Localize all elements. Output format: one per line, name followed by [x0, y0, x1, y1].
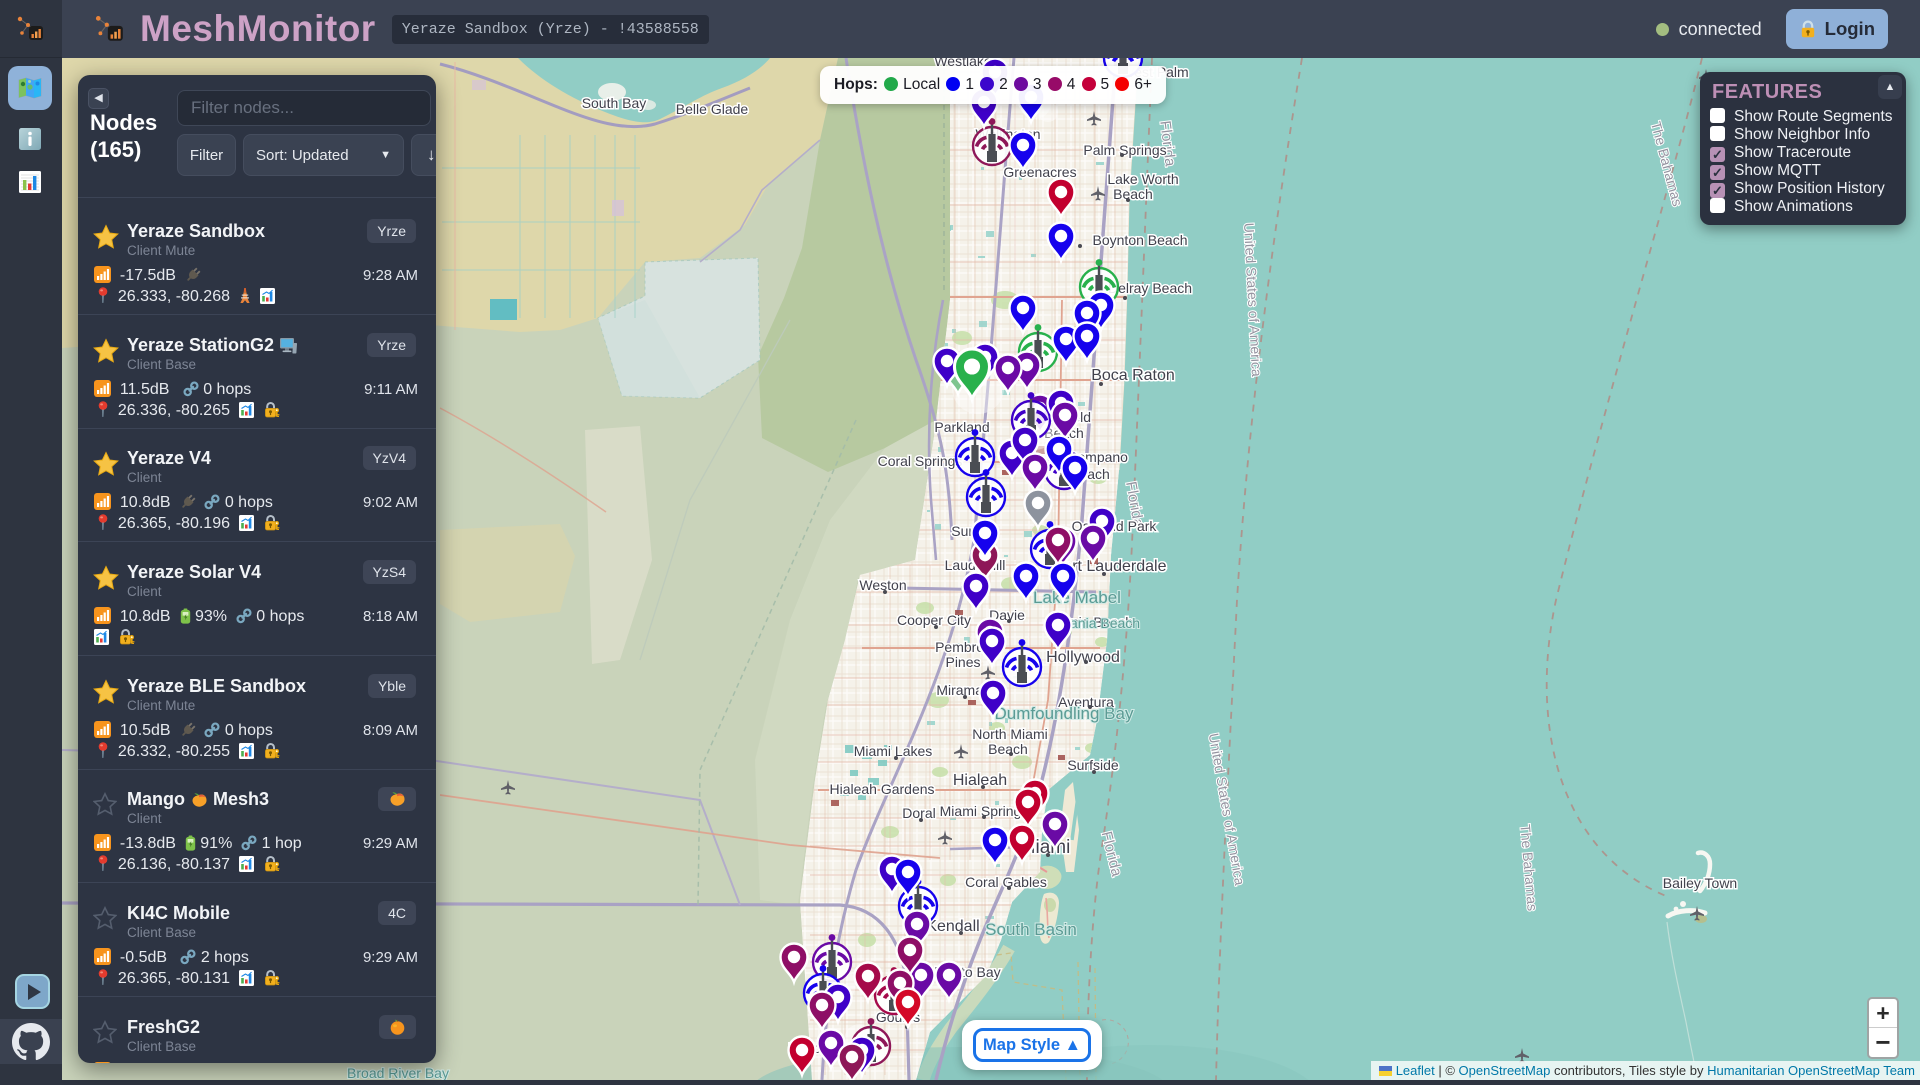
svg-text:Hollywood: Hollywood	[1046, 649, 1120, 666]
svg-text:Boynton Beach: Boynton Beach	[1093, 232, 1188, 248]
svg-text:Kendall: Kendall	[926, 918, 979, 935]
svg-text:Beach: Beach	[988, 741, 1028, 757]
svg-text:Palm Springs: Palm Springs	[1083, 142, 1166, 158]
svg-text:Dumfoundling Bay: Dumfoundling Bay	[995, 704, 1134, 723]
svg-text:Doral: Doral	[902, 805, 935, 821]
svg-text:Delray Beach: Delray Beach	[1108, 280, 1192, 296]
svg-text:Coral Gables: Coral Gables	[965, 874, 1047, 890]
svg-text:Weston: Weston	[859, 577, 906, 593]
svg-text:South Basin: South Basin	[985, 920, 1077, 939]
svg-text:Boca Raton: Boca Raton	[1091, 367, 1175, 384]
svg-text:Coral Springs: Coral Springs	[878, 453, 963, 469]
svg-text:North Miami: North Miami	[972, 726, 1047, 742]
svg-text:Bailey Town: Bailey Town	[1663, 875, 1737, 891]
svg-text:South Bay: South Bay	[582, 95, 647, 111]
svg-text:Lake Mabel: Lake Mabel	[1033, 588, 1121, 607]
svg-text:Pines: Pines	[945, 654, 980, 670]
svg-text:Broad River Bay: Broad River Bay	[347, 1065, 449, 1080]
svg-text:Belle Glade: Belle Glade	[676, 101, 749, 117]
svg-text:Beach: Beach	[1113, 186, 1153, 202]
svg-text:Hialeah Gardens: Hialeah Gardens	[829, 781, 934, 797]
svg-text:Parkland: Parkland	[934, 419, 989, 435]
svg-text:Lake Worth: Lake Worth	[1107, 171, 1178, 187]
svg-text:Miami Lakes: Miami Lakes	[854, 743, 933, 759]
svg-text:Greenacres: Greenacres	[1003, 164, 1076, 180]
svg-text:Hialeah: Hialeah	[953, 772, 1007, 789]
